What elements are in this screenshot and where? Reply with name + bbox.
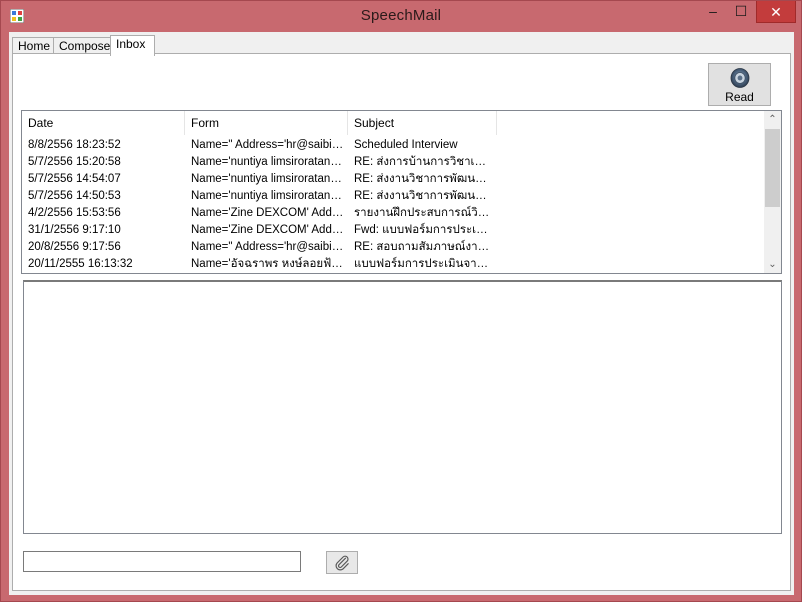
cell-subject: รายงานฝึกประสบการณ์วิชา...: [354, 207, 493, 219]
cell-subject: RE: ส่งการบ้านการวิชาเขีย...: [354, 156, 493, 168]
cell-date: 31/1/2556 9:17:10: [28, 224, 121, 236]
cell-from: Name='อัจฉราพร หงษ์ลอยฟ้า' ...: [191, 258, 345, 270]
read-button-label: Read: [725, 90, 754, 104]
cell-subject: Fwd: แบบฟอร์มการประเมิ...: [354, 224, 493, 236]
app-window: SpeechMail – ☐ ✕ Home Compose Inbox Read…: [0, 0, 802, 602]
list-rows: 8/8/2556 18:23:52 Name=" Address='hr@saib…: [22, 137, 763, 273]
tab-inbox[interactable]: Inbox: [110, 35, 155, 56]
cell-from: Name=" Address='hr@saibizs...: [191, 241, 345, 253]
cell-subject: RE: ส่งงานวิชาการพัฒนาร...: [354, 190, 493, 202]
close-button[interactable]: ✕: [756, 1, 796, 23]
speaker-icon: [730, 68, 750, 88]
message-body-area[interactable]: [23, 280, 782, 534]
paperclip-icon: [335, 555, 349, 571]
cell-subject: RE: ส่งงานวิชาการพัฒนาร...: [354, 173, 493, 185]
cell-date: 20/11/2555 16:13:32: [28, 258, 133, 270]
column-header-date[interactable]: Date: [22, 111, 185, 135]
maximize-button[interactable]: ☐: [729, 1, 753, 23]
attach-button[interactable]: [326, 551, 358, 574]
cell-from: Name=" Address='hr@saibizs...: [191, 139, 345, 151]
list-item[interactable]: 5/7/2556 15:20:58 Name='nuntiya limsirora…: [22, 154, 763, 171]
cell-date: 4/2/2556 15:53:56: [28, 207, 121, 219]
client-area: Home Compose Inbox Read Date Form Subjec…: [9, 32, 794, 595]
column-header-from[interactable]: Form: [185, 111, 348, 135]
cell-subject: RE: สอบถามสัมภาษณ์งานค...: [354, 241, 493, 253]
minimize-button[interactable]: –: [701, 1, 725, 23]
cell-from: Name='nuntiya limsiroratana' ...: [191, 156, 345, 168]
cell-date: 20/8/2556 9:17:56: [28, 241, 121, 253]
read-button[interactable]: Read: [708, 63, 771, 106]
list-item[interactable]: 20/8/2556 9:17:56 Name=" Address='hr@saib…: [22, 239, 763, 256]
cell-date: 5/7/2556 14:50:53: [28, 190, 121, 202]
cell-from: Name='nuntiya limsiroratana' ...: [191, 190, 345, 202]
scroll-thumb[interactable]: [765, 129, 780, 207]
cell-date: 5/7/2556 14:54:07: [28, 173, 121, 185]
list-item[interactable]: 5/7/2556 14:50:53 Name='nuntiya limsirora…: [22, 188, 763, 205]
inbox-panel: Read Date Form Subject 8/8/2556 18:23:52…: [12, 53, 791, 591]
cell-subject: Scheduled Interview: [354, 139, 458, 151]
cell-from: Name='Zine DEXCOM' Addre...: [191, 207, 345, 219]
column-header-filler: [497, 111, 763, 135]
cell-from: Name='Zine DEXCOM' Addre...: [191, 224, 345, 236]
cell-subject: แบบฟอร์มการประเมินจาก...: [354, 258, 493, 270]
list-item[interactable]: 8/8/2556 18:23:52 Name=" Address='hr@saib…: [22, 137, 763, 154]
cell-date: 5/7/2556 15:20:58: [28, 156, 121, 168]
scroll-up-icon[interactable]: ⌃: [764, 111, 781, 128]
window-title: SpeechMail: [360, 7, 442, 24]
list-item[interactable]: 5/7/2556 14:54:07 Name='nuntiya limsirora…: [22, 171, 763, 188]
inbox-list[interactable]: Date Form Subject 8/8/2556 18:23:52 Name=…: [21, 110, 782, 274]
list-item[interactable]: 4/2/2556 15:53:56 Name='Zine DEXCOM' Addr…: [22, 205, 763, 222]
column-header-subject[interactable]: Subject: [348, 111, 497, 135]
list-item[interactable]: 31/1/2556 9:17:10 Name='Zine DEXCOM' Addr…: [22, 222, 763, 239]
cell-from: Name='nuntiya limsiroratana' ...: [191, 173, 345, 185]
cell-date: 8/8/2556 18:23:52: [28, 139, 121, 151]
inbox-scrollbar[interactable]: ⌃ ⌄: [764, 111, 781, 273]
scroll-down-icon[interactable]: ⌄: [764, 256, 781, 273]
list-header: Date Form Subject: [22, 111, 763, 135]
list-item[interactable]: 20/11/2555 16:13:32 Name='อัจฉราพร หงษ์ลอ…: [22, 256, 763, 273]
attachment-path-field[interactable]: [23, 551, 301, 572]
title-bar[interactable]: SpeechMail – ☐ ✕: [1, 1, 801, 31]
